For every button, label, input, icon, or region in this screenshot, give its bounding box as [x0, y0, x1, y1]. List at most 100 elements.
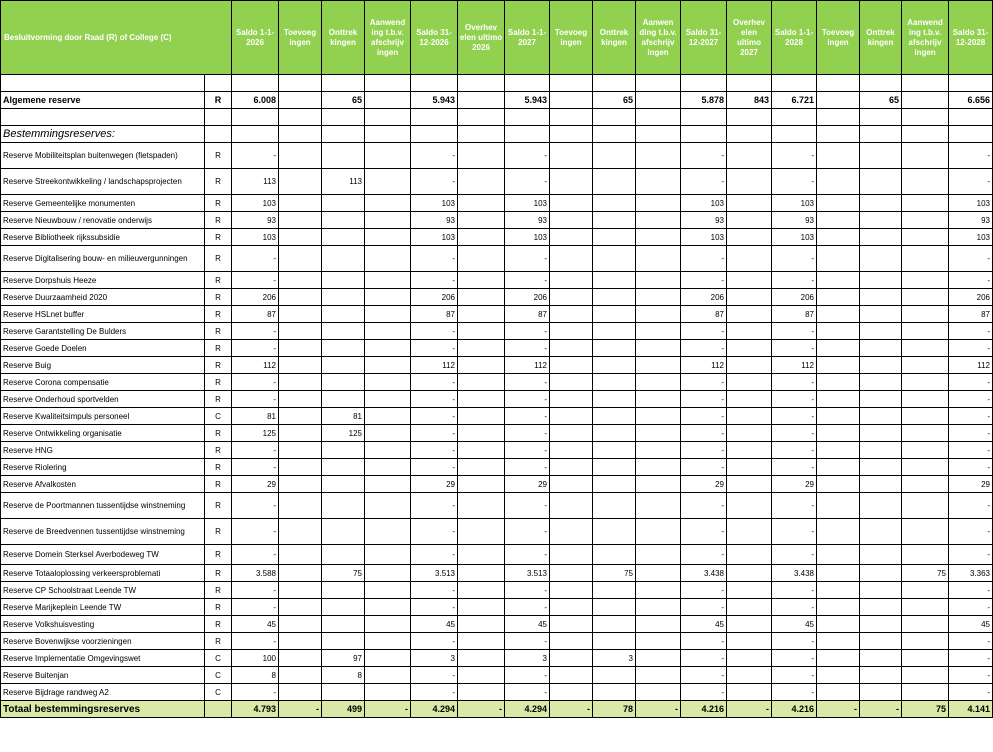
- row-decision: R: [204, 475, 232, 493]
- row-value: 45: [771, 615, 817, 633]
- row-decision: [204, 700, 232, 718]
- row-decision: R: [204, 390, 232, 408]
- row-value: [859, 407, 902, 425]
- header-col: Toevoeg ingen: [549, 0, 593, 75]
- row-value: [901, 288, 949, 306]
- header-col: Overhev elen ultimo 2026: [457, 0, 505, 75]
- row-value: [726, 564, 772, 582]
- row-value: [592, 424, 636, 442]
- row-value: [278, 356, 322, 374]
- row-value: [901, 211, 949, 229]
- spacer-cell: [680, 74, 727, 92]
- row-value: [364, 424, 411, 442]
- row-name: Reserve Implementatie Omgevingswet: [0, 649, 205, 667]
- table-row: Reserve Ontwikkeling organisatie R 125 125-…: [0, 424, 993, 442]
- row-value: [635, 615, 681, 633]
- row-value: [321, 390, 365, 408]
- row-value: [278, 598, 322, 616]
- row-value: -: [859, 700, 902, 718]
- row-value: -: [771, 649, 817, 667]
- table-row: Reserve Riolering R - - - - - -: [0, 458, 993, 476]
- row-value: [457, 544, 505, 565]
- row-value: 29: [680, 475, 727, 493]
- row-value: -: [231, 441, 279, 459]
- spacer-cell: [321, 74, 365, 92]
- row-value: -: [231, 458, 279, 476]
- row-name: Reserve de Breedvennen tussentijdse wins…: [0, 518, 205, 545]
- row-value: [901, 322, 949, 340]
- row-value: -: [948, 518, 993, 545]
- row-value: [859, 373, 902, 391]
- row-value: [635, 649, 681, 667]
- row-decision: C: [204, 683, 232, 701]
- row-name: Reserve Mobiliteitsplan buitenwegen (fie…: [0, 142, 205, 169]
- spacer-cell: [816, 125, 860, 143]
- row-value: [549, 649, 593, 667]
- row-value: -: [948, 142, 993, 169]
- row-value: [364, 322, 411, 340]
- row-value: [321, 373, 365, 391]
- row-value: -: [504, 581, 550, 599]
- row-value: [278, 407, 322, 425]
- row-value: [457, 271, 505, 289]
- row-value: [592, 211, 636, 229]
- row-value: -: [410, 424, 458, 442]
- row-value: -: [410, 683, 458, 701]
- row-value: [816, 373, 860, 391]
- row-value: [364, 288, 411, 306]
- row-value: [726, 142, 772, 169]
- row-value: [364, 271, 411, 289]
- row-value: [592, 407, 636, 425]
- table-row: Reserve Bibliotheek rijkssubsidie R 103 103…: [0, 228, 993, 246]
- row-value: 206: [504, 288, 550, 306]
- row-value: [457, 373, 505, 391]
- row-value: [278, 271, 322, 289]
- row-value: 93: [771, 211, 817, 229]
- row-value: -: [948, 581, 993, 599]
- row-decision: R: [204, 458, 232, 476]
- row-value: [592, 666, 636, 684]
- table-row: Reserve Bovenwijkse voorzieningen R - - - - - -: [0, 632, 993, 650]
- row-value: -: [504, 441, 550, 459]
- header-col: Onttrek kingen: [321, 0, 365, 75]
- row-value: [901, 305, 949, 323]
- row-value: [321, 581, 365, 599]
- row-value: -: [948, 390, 993, 408]
- row-value: -: [504, 407, 550, 425]
- row-value: -: [410, 581, 458, 599]
- row-name: Reserve Marijkeplein Leende TW: [0, 598, 205, 616]
- spacer-cell: [726, 125, 772, 143]
- spacer-cell: [204, 125, 232, 143]
- row-value: [457, 615, 505, 633]
- header-col: Saldo 31-12-2028: [948, 0, 993, 75]
- table-row: Reserve Totaaloplossing verkeersproblema…: [0, 564, 993, 582]
- row-value: -: [410, 245, 458, 272]
- row-decision: R: [204, 245, 232, 272]
- row-value: [457, 424, 505, 442]
- row-value: [635, 322, 681, 340]
- row-value: [859, 211, 902, 229]
- row-value: -: [948, 339, 993, 357]
- row-value: [859, 544, 902, 565]
- row-value: 112: [771, 356, 817, 374]
- row-value: 75: [901, 564, 949, 582]
- row-value: [816, 632, 860, 650]
- row-value: [278, 544, 322, 565]
- row-value: -: [680, 245, 727, 272]
- row-value: [549, 211, 593, 229]
- row-value: [549, 142, 593, 169]
- row-value: [635, 142, 681, 169]
- row-name: Reserve Buitenjan: [0, 666, 205, 684]
- row-value: [726, 211, 772, 229]
- row-value: -: [680, 168, 727, 195]
- row-value: [364, 407, 411, 425]
- row-value: [549, 91, 593, 109]
- row-value: [635, 424, 681, 442]
- row-decision: R: [204, 194, 232, 212]
- row-value: 45: [504, 615, 550, 633]
- row-value: [816, 407, 860, 425]
- row-value: [901, 581, 949, 599]
- row-value: [635, 288, 681, 306]
- row-value: [592, 271, 636, 289]
- row-value: [816, 288, 860, 306]
